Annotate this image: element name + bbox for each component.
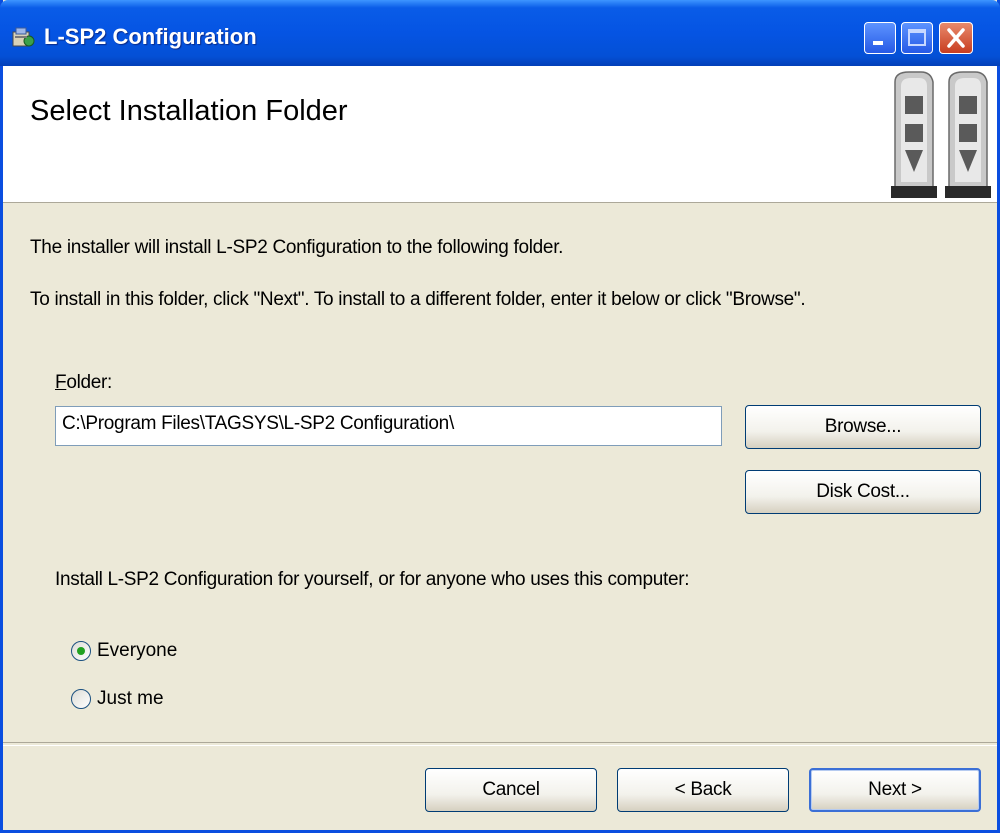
security-gate-icon: [891, 71, 991, 198]
folder-label-text: older:: [66, 372, 113, 393]
radio-option-just-me[interactable]: Just me: [71, 686, 164, 712]
disk-cost-button[interactable]: Disk Cost...: [745, 470, 981, 514]
cancel-button[interactable]: Cancel: [425, 768, 597, 812]
radio-label-just-me: Just me: [97, 688, 164, 709]
next-button[interactable]: Next >: [809, 768, 981, 812]
installer-window: L-SP2 Configuration Select Installation …: [0, 0, 1000, 833]
title-bar[interactable]: L-SP2 Configuration: [0, 0, 1000, 66]
intro-text: The installer will install L-SP2 Configu…: [30, 237, 564, 258]
window-title: L-SP2 Configuration: [44, 24, 257, 49]
minimize-icon: [873, 41, 883, 45]
minimize-button[interactable]: [864, 22, 896, 54]
instruction-text: To install in this folder, click "Next".…: [30, 289, 806, 310]
close-button[interactable]: [939, 22, 973, 54]
installer-app-icon: [12, 27, 35, 47]
footer-divider: [3, 742, 997, 746]
radio-button-unchecked[interactable]: [71, 689, 91, 709]
folder-path-input[interactable]: C:\Program Files\TAGSYS\L-SP2 Configurat…: [55, 406, 722, 446]
browse-button[interactable]: Browse...: [745, 405, 981, 449]
page-title: Select Installation Folder: [30, 95, 348, 127]
close-icon: [947, 28, 965, 48]
install-scope-prompt: Install L-SP2 Configuration for yourself…: [55, 569, 690, 590]
radio-label-everyone: Everyone: [97, 640, 178, 661]
back-button[interactable]: < Back: [617, 768, 789, 812]
radio-option-everyone[interactable]: Everyone: [71, 638, 177, 664]
maximize-icon: [908, 29, 926, 46]
folder-label: Folder:: [55, 372, 112, 394]
header-banner: Select Installation Folder: [3, 66, 997, 203]
maximize-button[interactable]: [901, 22, 933, 54]
radio-button-checked[interactable]: [71, 641, 91, 661]
folder-label-accelerator: F: [55, 372, 67, 393]
